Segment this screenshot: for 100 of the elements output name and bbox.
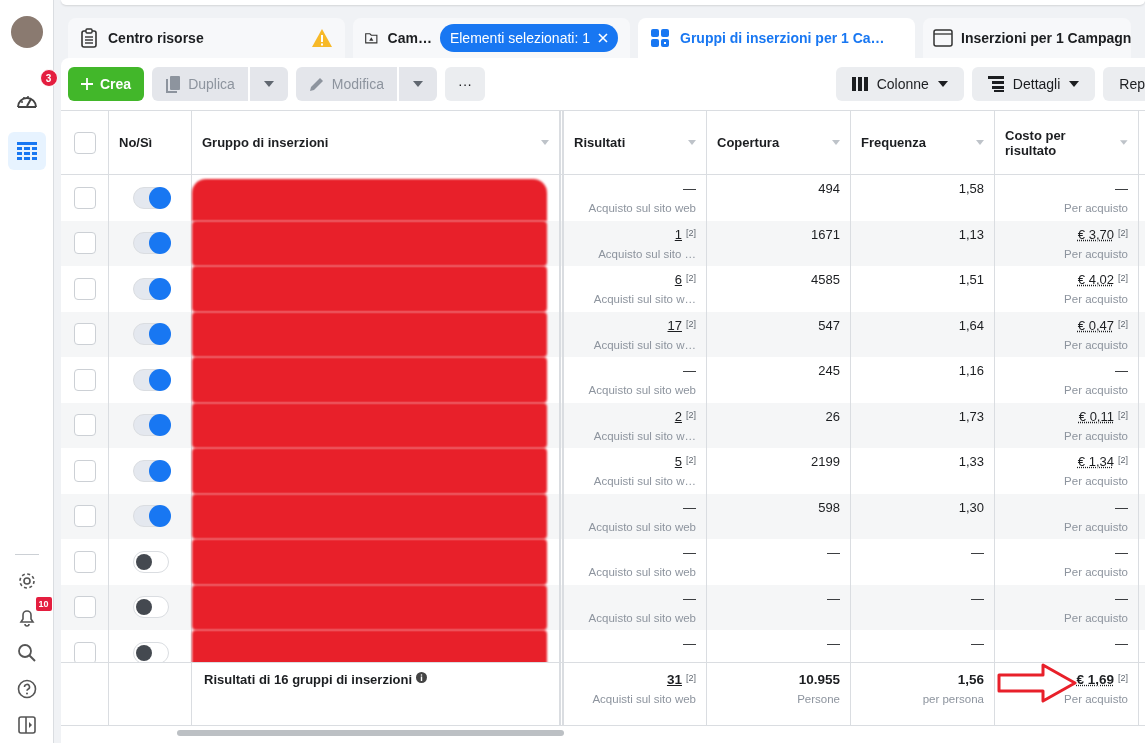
toggle-switch[interactable] — [133, 550, 169, 573]
metric-value[interactable]: € 0,47 — [1077, 317, 1114, 334]
metric-value: 245 — [818, 363, 840, 379]
table-row[interactable]: 1 [2] Acquisto sul sito … 1671 1,13 € 3,70 [2] Per acquisto — [61, 220, 1145, 266]
checkbox[interactable] — [73, 186, 96, 209]
toolbar-button[interactable]: Dettagli — [971, 67, 1096, 101]
caret-icon — [413, 81, 423, 87]
metric-value: 1,51 — [958, 272, 984, 288]
table-row[interactable]: — Acquisto sul sito web — — — Per acquisto — [61, 584, 1145, 630]
checkbox[interactable] — [73, 368, 96, 391]
column-header[interactable]: Copertura — [717, 135, 780, 150]
scrollbar-thumb[interactable] — [177, 730, 564, 736]
column-header[interactable]: Frequenza — [861, 135, 926, 150]
tab[interactable]: Gruppi di inserzioni per 1 Ca… — [638, 18, 915, 58]
checkbox[interactable] — [73, 277, 96, 300]
sort-caret-icon — [688, 140, 696, 145]
table-row[interactable]: 2 [2] Acquisti sul sito w… 26 1,73 € 0,11 [2] Per acquisto — [61, 402, 1145, 448]
metric-value: 494 — [818, 181, 840, 197]
footnote-mark: [2] — [686, 272, 696, 284]
chip-label: Elementi selezionati: 1 — [449, 30, 590, 46]
metric-value[interactable]: 2 — [674, 408, 682, 425]
checkbox[interactable] — [73, 641, 96, 662]
metric-value: 1,73 — [958, 408, 984, 425]
metric-value[interactable]: € 0,11 — [1078, 408, 1114, 425]
tab[interactable]: Cam… Elementi selezionati: 1 — [353, 18, 630, 58]
table-row[interactable]: 17 [2] Acquisti sul sito w… 547 1,64 € 0,47 [2] Per acquisto — [61, 311, 1145, 357]
checkbox[interactable] — [73, 232, 96, 255]
metric-caption: Per acquisto — [1064, 202, 1128, 214]
metric-value: 2199 — [811, 454, 840, 470]
metric-caption: Acquisto sul sito web — [588, 384, 696, 396]
checkbox[interactable] — [73, 323, 96, 346]
toolbar-button[interactable]: Colonne — [835, 67, 964, 101]
metric-caption: Per acquisto — [1064, 566, 1128, 578]
metric-value: — — [1115, 545, 1128, 561]
close-icon[interactable] — [598, 33, 608, 43]
metric-value: 1,64 — [958, 317, 984, 334]
toolbar-button[interactable]: Rep — [1103, 67, 1145, 101]
avatar[interactable] — [10, 16, 43, 48]
metric-value[interactable]: € 4,02 — [1077, 272, 1114, 288]
metric-value[interactable]: 17 — [667, 317, 682, 334]
metric-value: 1671 — [811, 226, 840, 243]
metric-caption: Per acquisto — [1064, 247, 1128, 260]
metric-value[interactable]: € 1,34 — [1077, 454, 1114, 470]
toggle-switch[interactable] — [133, 323, 169, 346]
metric-value: 1,30 — [958, 499, 984, 516]
column-header[interactable]: Gruppo di inserzioni — [202, 135, 329, 150]
metric-value: — — [827, 636, 840, 652]
sidebar-button[interactable] — [7, 132, 46, 170]
checkbox[interactable] — [73, 550, 96, 573]
selection-chip[interactable]: Elementi selezionati: 1 — [439, 24, 618, 52]
metric-value: 1,33 — [958, 454, 984, 470]
metric-caption: Acquisti sul sito w… — [593, 338, 696, 351]
metric-value[interactable]: 5 — [674, 454, 682, 470]
metric-value[interactable]: 31 — [666, 672, 682, 688]
metric-value: — — [1115, 636, 1128, 652]
column-header[interactable]: No/Sì — [119, 135, 153, 150]
toggle-switch[interactable] — [133, 186, 169, 209]
toggle-switch[interactable] — [133, 232, 169, 255]
copy-icon — [165, 75, 182, 93]
footnote-mark: [2] — [686, 672, 696, 684]
checkbox[interactable] — [73, 505, 96, 528]
column-header[interactable]: Risultati — [574, 135, 626, 150]
tab[interactable]: Inserzioni per 1 Campagn — [923, 18, 1132, 58]
checkbox[interactable] — [73, 596, 96, 619]
footnote-mark: [2] — [1118, 317, 1128, 330]
metric-value[interactable]: 6 — [674, 272, 682, 288]
metric-value: 26 — [825, 408, 840, 425]
metric-caption: Per acquisto — [1064, 429, 1128, 442]
metric-value[interactable]: € 1,69 — [1076, 672, 1114, 688]
toggle-switch[interactable] — [133, 277, 169, 300]
toggle-switch[interactable] — [133, 414, 169, 437]
tab-label: Inserzioni per 1 Campagn — [961, 30, 1132, 46]
metric-caption: Acquisti sul sito w… — [593, 293, 696, 305]
notification-badge: 10 — [35, 597, 52, 611]
metric-value: — — [971, 545, 984, 561]
more-button[interactable]: ··· — [445, 67, 485, 101]
metric-value: 598 — [818, 499, 840, 516]
column-header[interactable]: Costo per risultato — [1005, 127, 1115, 158]
toggle-switch[interactable] — [133, 459, 169, 482]
checkbox[interactable] — [73, 414, 96, 437]
metric-value: 1,13 — [958, 226, 984, 243]
toggle-switch[interactable] — [133, 641, 169, 662]
metric-caption: Acquisto sul sito web — [588, 566, 696, 578]
metric-value: — — [827, 590, 840, 607]
rows-icon — [987, 76, 1004, 92]
metric-caption: Acquisto sul sito web — [588, 520, 696, 533]
toggle-switch[interactable] — [133, 505, 169, 528]
metric-caption: Per acquisto — [1064, 384, 1128, 396]
tab[interactable]: Centro risorse — [68, 18, 345, 58]
clipboard-icon — [80, 28, 98, 48]
toggle-switch[interactable] — [133, 596, 169, 619]
checkbox[interactable] — [73, 131, 96, 154]
tab-label: Centro risorse — [108, 30, 204, 46]
table-row[interactable]: — Acquisto sul sito web 598 1,30 — Per acquisto — [61, 493, 1145, 539]
metric-caption: Acquisti sul sito web — [592, 693, 696, 705]
footnote-mark: [2] — [686, 454, 696, 466]
metric-value[interactable]: € 3,70 — [1077, 226, 1114, 243]
checkbox[interactable] — [73, 459, 96, 482]
metric-value[interactable]: 1 — [674, 226, 682, 243]
toggle-switch[interactable] — [133, 368, 169, 391]
